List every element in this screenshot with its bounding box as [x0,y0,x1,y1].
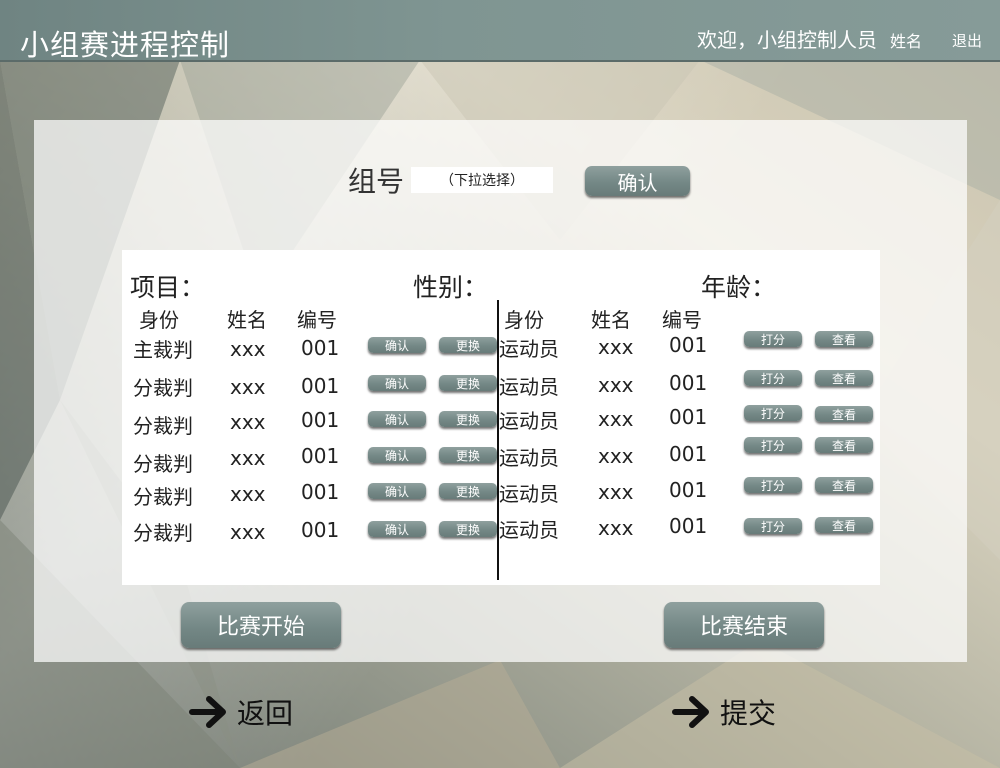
referee-confirm-button[interactable]: 确认 [368,521,426,537]
submit-link[interactable]: 提交 [672,692,776,732]
top-bar: 小组赛进程控制 欢迎，小组控制人员 姓名 退出 [0,0,1000,62]
welcome-text: 欢迎，小组控制人员 [697,28,877,52]
referee-replace-button[interactable]: 更换 [439,483,497,499]
page-title: 小组赛进程控制 [20,28,231,62]
user-name: 姓名 [890,32,923,51]
athlete-score-button[interactable]: 打分 [744,437,802,453]
referee-header-role: 身份 [139,308,179,332]
referee-role: 分裁判 [133,376,193,400]
referee-replace-button[interactable]: 更换 [439,375,497,391]
athlete-name: xxx [598,335,634,359]
group-number-select[interactable]: （下拉选择） [411,167,553,193]
logout-link[interactable]: 退出 [952,30,982,51]
referee-confirm-button[interactable]: 确认 [368,375,426,391]
athlete-score-button[interactable]: 打分 [744,331,802,347]
referee-name: xxx [230,446,266,470]
arrow-right-icon [672,696,709,728]
athlete-name: xxx [598,480,634,504]
referee-name: xxx [230,482,266,506]
referee-confirm-button[interactable]: 确认 [368,337,426,353]
back-label: 返回 [237,697,294,730]
athlete-role: 运动员 [499,409,559,433]
athlete-id: 001 [669,514,708,538]
referee-replace-button[interactable]: 更换 [439,411,497,427]
athlete-header-role: 身份 [504,308,544,332]
referee-role: 主裁判 [133,338,193,362]
athlete-role: 运动员 [499,446,559,470]
athlete-view-button[interactable]: 查看 [815,437,873,453]
athlete-view-button[interactable]: 查看 [815,331,873,347]
athlete-view-button[interactable]: 查看 [815,477,873,493]
athlete-header-name: 姓名 [591,308,631,332]
referee-name: xxx [230,520,266,544]
athlete-score-button[interactable]: 打分 [744,477,802,493]
athlete-id: 001 [669,371,708,395]
referee-name: xxx [230,337,266,361]
match-end-button[interactable]: 比赛结束 [664,602,824,648]
athlete-role: 运动员 [499,518,559,542]
referee-id: 001 [301,336,340,360]
referee-role: 分裁判 [133,452,193,476]
referee-replace-button[interactable]: 更换 [439,337,497,353]
referee-id: 001 [301,518,340,542]
referee-replace-button[interactable]: 更换 [439,447,497,463]
athlete-name: xxx [598,444,634,468]
referee-name: xxx [230,410,266,434]
athlete-role: 运动员 [499,375,559,399]
athlete-score-button[interactable]: 打分 [744,370,802,386]
back-link[interactable]: 返回 [189,692,293,732]
gender-label: 性别： [413,273,489,302]
athlete-score-button[interactable]: 打分 [744,405,802,421]
athlete-role: 运动员 [499,482,559,506]
athlete-role: 运动员 [499,337,559,361]
referee-header-id: 编号 [297,308,337,332]
referee-id: 001 [301,408,340,432]
athlete-id: 001 [669,442,708,466]
referee-confirm-button[interactable]: 确认 [368,483,426,499]
athlete-name: xxx [598,407,634,431]
referee-replace-button[interactable]: 更换 [439,521,497,537]
referee-role: 分裁判 [133,521,193,545]
athlete-id: 001 [669,478,708,502]
submit-label: 提交 [720,697,777,730]
athlete-id: 001 [669,333,708,357]
group-number-label: 组号 [348,165,405,198]
referee-id: 001 [301,374,340,398]
match-start-button[interactable]: 比赛开始 [181,602,341,648]
athlete-view-button[interactable]: 查看 [815,406,873,422]
event-label: 项目： [130,273,206,302]
athlete-id: 001 [669,405,708,429]
athlete-name: xxx [598,516,634,540]
referee-header-name: 姓名 [227,308,267,332]
referee-role: 分裁判 [133,414,193,438]
referee-confirm-button[interactable]: 确认 [368,447,426,463]
age-label: 年龄： [701,273,777,302]
athlete-name: xxx [598,373,634,397]
athlete-score-button[interactable]: 打分 [744,518,802,534]
referee-role: 分裁判 [133,485,193,509]
referee-confirm-button[interactable]: 确认 [368,411,426,427]
referee-id: 001 [301,480,340,504]
athlete-header-id: 编号 [662,308,702,332]
referee-name: xxx [230,375,266,399]
athlete-view-button[interactable]: 查看 [815,517,873,533]
referee-id: 001 [301,444,340,468]
arrow-right-icon [189,696,226,728]
athlete-view-button[interactable]: 查看 [815,370,873,386]
group-confirm-button[interactable]: 确认 [585,166,690,196]
